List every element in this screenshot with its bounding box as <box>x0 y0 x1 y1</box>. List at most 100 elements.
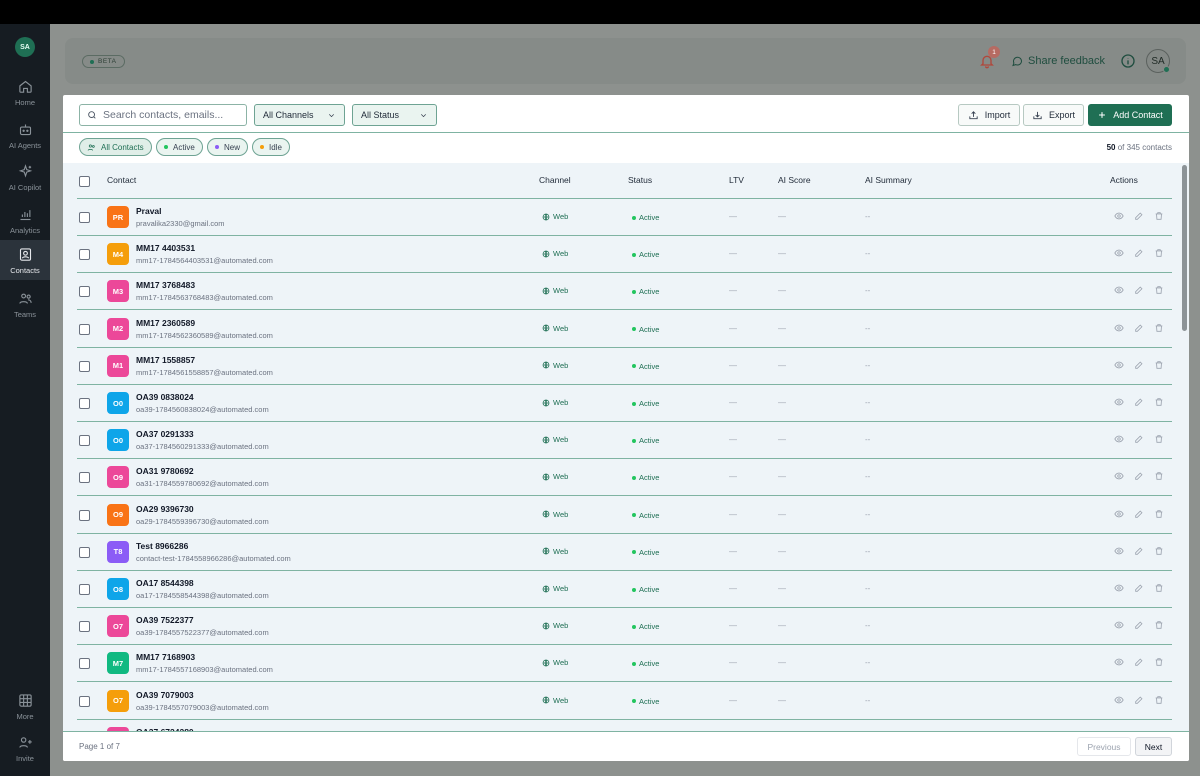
user-avatar[interactable]: SA <box>1146 49 1170 73</box>
row-checkbox[interactable] <box>79 695 90 707</box>
row-checkbox[interactable] <box>79 435 90 447</box>
contact-name[interactable]: OA37 0291333 <box>136 429 194 439</box>
search-box[interactable] <box>79 104 247 126</box>
delete-icon[interactable] <box>1154 471 1164 481</box>
view-icon[interactable] <box>1114 397 1124 407</box>
contact-name[interactable]: OA17 8544398 <box>136 578 194 588</box>
sidebar-item-ai-copilot[interactable]: AI Copilot <box>0 161 50 201</box>
scrollbar-thumb[interactable] <box>1182 165 1187 331</box>
table-row[interactable]: T8 Test 8966286 contact-test-1784558966286… <box>77 534 1172 571</box>
row-checkbox[interactable] <box>79 584 90 595</box>
sidebar-item-home[interactable]: Home <box>0 76 50 116</box>
view-icon[interactable] <box>1114 471 1124 481</box>
table-row[interactable]: PR Praval pravalika2330@gmail.com Web Active… <box>77 199 1172 236</box>
sidebar-item-more[interactable]: More <box>0 690 50 730</box>
previous-button[interactable]: Previous <box>1077 737 1131 756</box>
status-filter-select[interactable]: All Status <box>352 104 437 126</box>
edit-icon[interactable] <box>1134 509 1144 519</box>
delete-icon[interactable] <box>1154 583 1164 593</box>
contact-name[interactable]: Test 8966286 <box>136 541 188 551</box>
contact-name[interactable]: OA31 9780692 <box>136 466 194 476</box>
sidebar-item-invite[interactable]: Invite <box>0 732 50 772</box>
chip-new[interactable]: New <box>207 138 249 156</box>
view-icon[interactable] <box>1114 323 1124 333</box>
edit-icon[interactable] <box>1134 546 1144 556</box>
row-checkbox[interactable] <box>79 212 90 223</box>
table-row[interactable]: O8 OA17 8544398 oa17-1784558544398@automat… <box>77 571 1172 608</box>
sidebar-item-contacts[interactable]: Contacts <box>0 240 50 280</box>
table-row[interactable]: O9 OA29 9396730 oa29-1784559396730@automat… <box>77 497 1172 534</box>
edit-icon[interactable] <box>1134 248 1144 258</box>
import-button[interactable]: Import <box>958 104 1020 126</box>
edit-icon[interactable] <box>1134 695 1144 705</box>
contact-name[interactable]: OA39 7522377 <box>136 615 194 625</box>
chip-all-contacts[interactable]: All Contacts <box>79 138 152 156</box>
export-button[interactable]: Export <box>1023 104 1084 126</box>
contact-name[interactable]: OA39 0838024 <box>136 392 194 402</box>
row-checkbox[interactable] <box>79 323 90 335</box>
row-checkbox[interactable] <box>79 472 90 484</box>
row-checkbox[interactable] <box>79 658 90 670</box>
select-all-checkbox[interactable] <box>79 176 90 187</box>
view-icon[interactable] <box>1114 285 1124 295</box>
share-feedback-button[interactable]: Share feedback <box>1005 50 1111 72</box>
view-icon[interactable] <box>1114 695 1124 705</box>
table-row[interactable]: M3 MM17 3768483 mm17-1784563768483@automat… <box>77 273 1172 311</box>
view-icon[interactable] <box>1114 211 1124 221</box>
view-icon[interactable] <box>1114 620 1124 630</box>
contact-name[interactable]: MM17 2360589 <box>136 318 195 328</box>
row-checkbox[interactable] <box>79 249 90 261</box>
next-button[interactable]: Next <box>1135 737 1172 756</box>
delete-icon[interactable] <box>1154 248 1164 258</box>
table-row[interactable]: O7 OA39 7522377 oa39-1784557522377@automat… <box>77 608 1172 646</box>
contact-name[interactable]: MM17 7168903 <box>136 652 195 662</box>
view-icon[interactable] <box>1114 434 1124 444</box>
delete-icon[interactable] <box>1154 546 1164 556</box>
sidebar-item-teams[interactable]: Teams <box>0 288 50 328</box>
row-checkbox[interactable] <box>79 509 90 521</box>
sidebar-item-ai-agents[interactable]: AI Agents <box>0 119 50 159</box>
chip-idle[interactable]: Idle <box>252 138 290 156</box>
table-row[interactable]: M2 MM17 2360589 mm17-1784562360589@automat… <box>77 311 1172 348</box>
table-row[interactable]: O7 OA39 7079003 oa39-1784557079003@automat… <box>77 683 1172 720</box>
delete-icon[interactable] <box>1154 285 1164 295</box>
row-checkbox[interactable] <box>79 286 90 298</box>
row-checkbox[interactable] <box>79 360 90 372</box>
delete-icon[interactable] <box>1154 657 1164 667</box>
search-input[interactable] <box>103 109 233 121</box>
contact-name[interactable]: MM17 1558857 <box>136 355 195 365</box>
edit-icon[interactable] <box>1134 471 1144 481</box>
delete-icon[interactable] <box>1154 397 1164 407</box>
edit-icon[interactable] <box>1134 397 1144 407</box>
edit-icon[interactable] <box>1134 360 1144 370</box>
delete-icon[interactable] <box>1154 211 1164 221</box>
header-ai-score[interactable]: AI Score <box>778 175 811 185</box>
table-row[interactable]: O0 OA37 0291333 oa37-1784560291333@automat… <box>77 422 1172 460</box>
view-icon[interactable] <box>1114 248 1124 258</box>
table-row[interactable]: M1 MM17 1558857 mm17-1784561558857@automat… <box>77 348 1172 385</box>
sidebar-item-analytics[interactable]: Analytics <box>0 204 50 244</box>
channel-filter-select[interactable]: All Channels <box>254 104 345 126</box>
view-icon[interactable] <box>1114 509 1124 519</box>
contact-name[interactable]: MM17 3768483 <box>136 280 195 290</box>
row-checkbox[interactable] <box>79 546 90 558</box>
view-icon[interactable] <box>1114 583 1124 593</box>
delete-icon[interactable] <box>1154 620 1164 630</box>
header-ltv[interactable]: LTV <box>729 175 744 185</box>
edit-icon[interactable] <box>1134 211 1144 221</box>
delete-icon[interactable] <box>1154 323 1164 333</box>
row-checkbox[interactable] <box>79 398 90 409</box>
row-checkbox[interactable] <box>79 621 90 633</box>
sidebar-avatar[interactable]: SA <box>15 37 35 57</box>
contact-name[interactable]: Praval <box>136 206 162 216</box>
contact-name[interactable]: MM17 4403531 <box>136 243 195 253</box>
edit-icon[interactable] <box>1134 434 1144 444</box>
view-icon[interactable] <box>1114 546 1124 556</box>
contact-name[interactable]: OA39 7079003 <box>136 690 194 700</box>
delete-icon[interactable] <box>1154 509 1164 519</box>
edit-icon[interactable] <box>1134 285 1144 295</box>
view-icon[interactable] <box>1114 657 1124 667</box>
header-channel[interactable]: Channel <box>539 175 571 185</box>
edit-icon[interactable] <box>1134 323 1144 333</box>
delete-icon[interactable] <box>1154 434 1164 444</box>
